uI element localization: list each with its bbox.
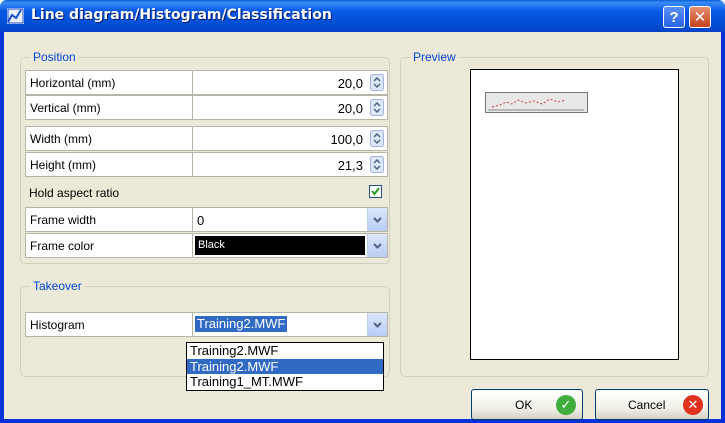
frame-width-value: 0 [197,213,205,228]
frame-color-label: Frame color [26,234,193,257]
mini-diagram-icon [488,98,584,111]
frame-color-value: Black [195,236,365,255]
chevron-down-icon[interactable] [367,313,387,336]
horizontal-label: Horizontal (mm) [26,71,193,94]
close-x-icon: ✕ [683,394,703,415]
hold-aspect-row: Hold aspect ratio [25,180,388,205]
dropdown-option[interactable]: Training2.MWF [187,343,383,359]
horizontal-input[interactable]: 20,0 [193,71,387,94]
width-input[interactable]: 100,0 [193,127,387,150]
ok-button[interactable]: OK ✓ [471,389,583,420]
height-row: Height (mm) 21,3 [25,152,388,177]
cancel-label: Cancel [628,397,666,412]
position-group-label: Position [30,50,79,64]
histogram-row: Histogram Training2.MWF [25,312,388,337]
window-title: Line diagram/Histogram/Classification [31,7,332,23]
dropdown-option[interactable]: Training1_MT.MWF [187,374,383,390]
horizontal-row: Horizontal (mm) 20,0 [25,70,388,95]
vertical-label: Vertical (mm) [26,96,193,119]
ok-label: OK [515,397,533,412]
height-label: Height (mm) [26,153,193,176]
histogram-select[interactable]: Training2.MWF [193,313,387,336]
vertical-input[interactable]: 20,0 [193,96,387,119]
chevron-down-icon[interactable] [367,234,387,257]
height-input[interactable]: 21,3 [193,153,387,176]
check-icon: ✓ [556,394,576,415]
hold-aspect-label: Hold aspect ratio [29,186,120,200]
histogram-dropdown-list: Training2.MWF Training2.MWF Training1_MT… [186,342,384,391]
horizontal-value: 20,0 [337,76,363,91]
help-button[interactable]: ? [663,6,685,28]
dialog-window: Line diagram/Histogram/Classification ? … [0,0,725,423]
spinner-icon[interactable] [370,156,384,173]
vertical-row: Vertical (mm) 20,0 [25,95,388,120]
cancel-button[interactable]: Cancel ✕ [595,389,709,420]
frame-width-label: Frame width [26,208,193,231]
spinner-icon[interactable] [370,130,384,147]
frame-width-row: Frame width 0 [25,207,388,232]
height-value: 21,3 [337,158,363,173]
close-button[interactable]: ✕ [689,6,711,28]
dropdown-option-selected[interactable]: Training2.MWF [187,358,383,374]
width-value: 100,0 [330,132,363,147]
line-diagram-app-icon [7,8,24,24]
checkmark-icon [371,187,380,196]
hold-aspect-checkbox[interactable] [369,185,382,198]
preview-diagram-thumbnail [485,92,588,113]
frame-color-select[interactable]: Black [193,234,387,257]
chevron-down-icon[interactable] [367,208,387,231]
width-row: Width (mm) 100,0 [25,126,388,151]
histogram-label: Histogram [26,313,193,336]
takeover-group-label: Takeover [30,279,85,293]
histogram-value: Training2.MWF [195,316,288,332]
frame-width-select[interactable]: 0 [193,208,387,231]
preview-group-label: Preview [410,50,459,64]
spinner-icon[interactable] [370,74,384,91]
frame-color-row: Frame color Black [25,233,388,258]
spinner-icon[interactable] [370,99,384,116]
title-bar[interactable]: Line diagram/Histogram/Classification ? … [0,0,725,32]
width-label: Width (mm) [26,127,193,150]
vertical-value: 20,0 [337,101,363,116]
